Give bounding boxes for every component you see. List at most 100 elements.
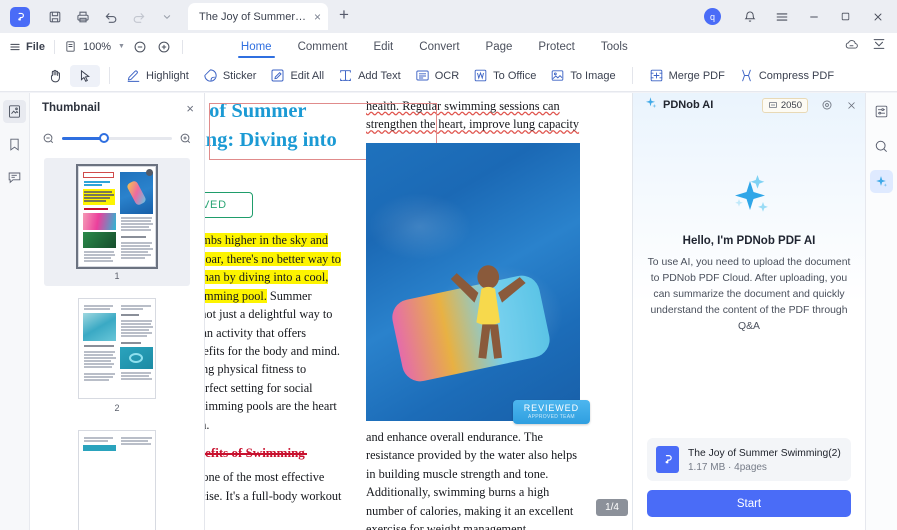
- close-button[interactable]: [862, 2, 893, 32]
- search-icon[interactable]: [870, 135, 893, 158]
- start-button[interactable]: Start: [647, 490, 851, 517]
- uploaded-file-card[interactable]: The Joy of Summer Swimming(2) 1.17 MB · …: [647, 438, 851, 481]
- slider-knob[interactable]: [99, 133, 109, 143]
- zoom-level: 100%: [83, 41, 112, 53]
- comment-panel-icon[interactable]: [3, 166, 26, 189]
- tab-convert[interactable]: Convert: [406, 33, 472, 60]
- print-icon[interactable]: [70, 4, 96, 30]
- page-fit-icon[interactable]: [64, 40, 77, 53]
- right-column-top-text: health. Regular swimming sessions can st…: [366, 97, 580, 134]
- toolbar-divider-1: [109, 67, 110, 84]
- main-menu-icon[interactable]: [766, 2, 797, 32]
- zoom-controls: 100% ▼: [64, 38, 173, 56]
- thumbnail-page-1[interactable]: 1: [44, 158, 190, 286]
- menu-divider: [54, 40, 55, 54]
- thumbnail-image-3: [78, 430, 156, 530]
- redo-icon: [126, 4, 152, 30]
- properties-panel-icon[interactable]: [870, 100, 893, 123]
- reviewed-stamp-sub: APPROVED TEAM: [524, 414, 579, 420]
- save-icon[interactable]: [42, 4, 68, 30]
- ai-panel-body: Hello, I'm PDNob PDF AI To use AI, you n…: [633, 73, 865, 438]
- undo-icon[interactable]: [98, 4, 124, 30]
- tab-tools[interactable]: Tools: [588, 33, 641, 60]
- cloud-icon[interactable]: [844, 37, 859, 57]
- to-office-label: To Office: [493, 70, 536, 82]
- edit-all-label: Edit All: [290, 70, 324, 82]
- approved-stamp[interactable]: APPROVED: [205, 192, 253, 218]
- file-meta: 1.17 MB · 4pages: [688, 462, 841, 473]
- add-text-label: Add Text: [358, 70, 401, 82]
- tab-home[interactable]: Home: [228, 33, 285, 60]
- right-column-bottom-text: and enhance overall endurance. The resis…: [366, 428, 580, 530]
- file-menu-label: File: [26, 41, 45, 53]
- avatar[interactable]: q: [704, 8, 721, 25]
- thumbnail-page-3[interactable]: 3: [44, 422, 190, 530]
- title-bar-left: The Joy of Summer Sw... * × +: [0, 0, 349, 33]
- to-image-button[interactable]: To Image: [543, 65, 622, 86]
- chevron-down-icon[interactable]: ▼: [118, 43, 125, 50]
- thumbnail-list[interactable]: 1: [30, 153, 204, 530]
- section-heading: Physical Benefits of Swimming: [205, 445, 305, 461]
- ribbon-tabs: Home Comment Edit Convert Page Protect T…: [228, 33, 641, 60]
- bookmark-panel-icon[interactable]: [3, 133, 26, 156]
- ai-hero-sparkle-icon: [719, 175, 779, 221]
- minimize-button[interactable]: [798, 2, 829, 32]
- tab-page[interactable]: Page: [473, 33, 526, 60]
- more-options-icon[interactable]: [154, 4, 180, 30]
- collapse-ribbon-icon[interactable]: [872, 37, 886, 56]
- thumbnail-panel-header: Thumbnail ×: [30, 93, 204, 123]
- document-tab[interactable]: The Joy of Summer Sw... * ×: [188, 3, 328, 30]
- tab-edit[interactable]: Edit: [360, 33, 406, 60]
- paragraph-1: As the sun climbs higher in the sky and …: [205, 231, 348, 434]
- file-info: The Joy of Summer Swimming(2) 1.17 MB · …: [688, 446, 841, 473]
- title-bar-right: q: [704, 0, 897, 33]
- paragraph-2: Swimming is one of the most effective fo…: [205, 468, 348, 523]
- ai-panel-footer: The Joy of Summer Swimming(2) 1.17 MB · …: [633, 438, 865, 530]
- thumbnail-page-2[interactable]: 2: [44, 290, 190, 418]
- thumbnail-panel-close-icon[interactable]: ×: [186, 102, 194, 115]
- hamburger-icon: [9, 41, 21, 53]
- add-text-button[interactable]: Add Text: [331, 65, 408, 86]
- document-viewer[interactable]: The Joy of Summer Swimming: Diving into …: [205, 93, 632, 530]
- page-left-column: The Joy of Summer Swimming: Diving into …: [205, 97, 348, 530]
- tab-protect[interactable]: Protect: [525, 33, 587, 60]
- app-window: The Joy of Summer Sw... * × + q: [0, 0, 897, 530]
- sticker-label: Sticker: [223, 70, 257, 82]
- new-tab-button[interactable]: +: [339, 5, 349, 25]
- menu-bar-right: [844, 37, 897, 57]
- thumbnail-page-number-2: 2: [114, 403, 119, 413]
- thumbnail-zoom-slider[interactable]: [30, 123, 204, 153]
- ai-assistant-icon[interactable]: [870, 170, 893, 193]
- swimmer-figure-icon: [439, 226, 537, 387]
- thumbnail-image-1: [78, 166, 156, 267]
- app-logo-icon: [10, 7, 30, 27]
- reviewed-stamp[interactable]: REVIEWED APPROVED TEAM: [513, 400, 590, 424]
- tab-close-icon[interactable]: ×: [314, 11, 321, 23]
- document-tab-title: The Joy of Summer Sw... *: [199, 11, 309, 23]
- slider-fill: [62, 137, 104, 140]
- hand-tool-button[interactable]: [40, 65, 70, 87]
- notifications-icon[interactable]: [734, 2, 765, 32]
- edit-all-button[interactable]: Edit All: [263, 65, 331, 86]
- zoom-out-button[interactable]: [131, 38, 149, 56]
- slider-track[interactable]: [62, 137, 172, 140]
- page-columns: The Joy of Summer Swimming: Diving into …: [205, 93, 610, 530]
- menu-bar: File 100% ▼ Home Comment Edit Convert Pa…: [0, 33, 897, 60]
- right-col-top-span: health. Regular swimming sessions can st…: [366, 99, 579, 131]
- pdf-page-1[interactable]: The Joy of Summer Swimming: Diving into …: [205, 93, 632, 530]
- sticker-button[interactable]: Sticker: [196, 65, 264, 86]
- ocr-button[interactable]: OCR: [408, 65, 466, 86]
- page-title: The Joy of Summer Swimming: Diving into …: [205, 97, 348, 184]
- zoom-out-icon[interactable]: [42, 132, 55, 145]
- zoom-in-icon[interactable]: [179, 132, 192, 145]
- thumbnail-panel-icon[interactable]: [3, 100, 26, 123]
- file-menu-button[interactable]: File: [9, 41, 45, 53]
- zoom-in-button[interactable]: [155, 38, 173, 56]
- select-tool-button[interactable]: [70, 65, 100, 87]
- tab-comment[interactable]: Comment: [285, 33, 361, 60]
- maximize-button[interactable]: [830, 2, 861, 32]
- highlight-button[interactable]: Highlight: [119, 65, 196, 86]
- to-office-button[interactable]: To Office: [466, 65, 543, 86]
- thumbnail-panel-title: Thumbnail: [42, 102, 100, 114]
- swimmer-photo: [366, 143, 580, 421]
